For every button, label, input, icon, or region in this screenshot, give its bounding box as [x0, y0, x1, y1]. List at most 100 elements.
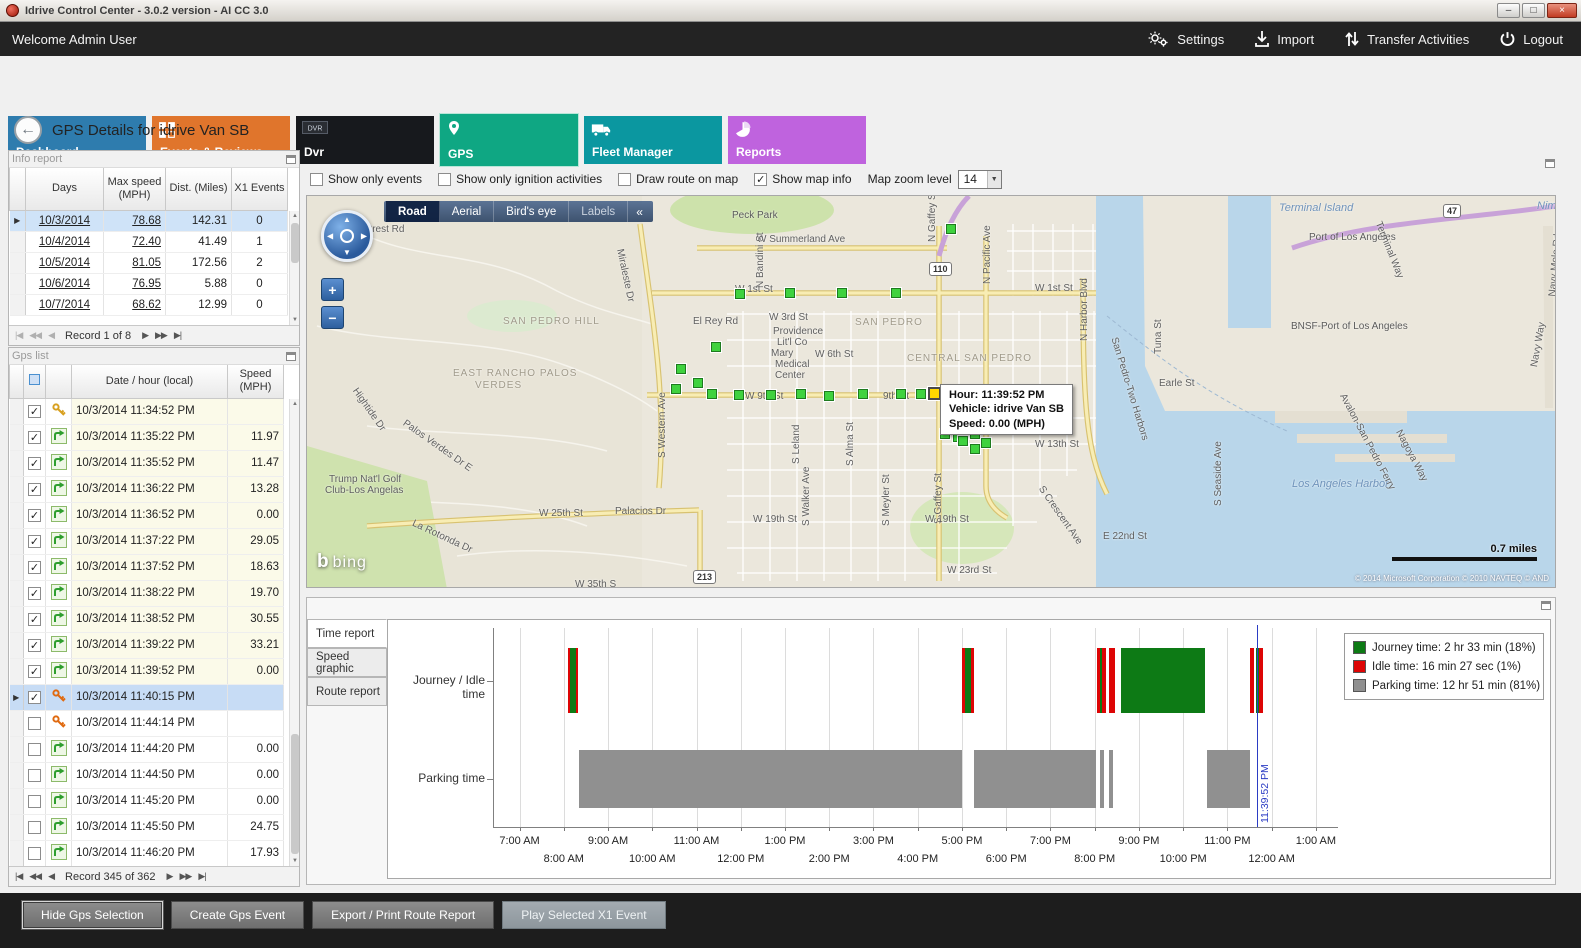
gps-list-row[interactable]: ✓10/3/2014 11:36:52 PM0.00 — [10, 502, 284, 528]
transfer-activities-button[interactable]: Transfer Activities — [1344, 30, 1469, 48]
gps-list-row[interactable]: ✓10/3/2014 11:34:52 PM — [10, 398, 284, 424]
create-gps-event-button[interactable]: Create Gps Event — [171, 901, 304, 929]
row-checkbox[interactable] — [24, 840, 46, 866]
gps-point-marker[interactable] — [734, 390, 744, 400]
max-speed-value[interactable]: 76.95 — [104, 273, 166, 294]
gps-point-marker[interactable] — [671, 384, 681, 394]
play-selected-x1-event-button[interactable]: Play Selected X1 Event — [502, 901, 665, 929]
gps-list-row[interactable]: ✓10/3/2014 11:37:52 PM18.63 — [10, 554, 284, 580]
day-link[interactable]: 10/4/2014 — [26, 231, 104, 252]
gps-point-marker[interactable] — [896, 389, 906, 399]
gps-point-marker[interactable] — [785, 288, 795, 298]
gps-list-row[interactable]: ✓10/3/2014 11:37:22 PM29.05 — [10, 528, 284, 554]
pan-north-icon[interactable]: ▲ — [343, 215, 351, 224]
pan-south-icon[interactable]: ▼ — [343, 248, 351, 257]
hide-gps-selection-button[interactable]: Hide Gps Selection — [22, 901, 163, 929]
logout-button[interactable]: Logout — [1499, 30, 1563, 48]
column-header-x1-events[interactable]: X1 Events — [232, 168, 288, 210]
gps-point-marker[interactable] — [796, 389, 806, 399]
settings-button[interactable]: Settings — [1146, 30, 1224, 48]
pan-east-icon[interactable]: ▶ — [361, 232, 367, 241]
row-checkbox[interactable]: ✓ — [24, 528, 46, 554]
gps-point-marker[interactable] — [981, 438, 991, 448]
scroll-up-icon[interactable]: ▲ — [290, 211, 300, 221]
gps-list-row[interactable]: 10/3/2014 11:45:20 PM0.00 — [10, 788, 284, 814]
info-report-scrollbar[interactable]: ▲ ▼ — [289, 211, 299, 325]
day-link[interactable]: 10/5/2014 — [26, 252, 104, 273]
maximize-map-panel-icon[interactable] — [1545, 159, 1555, 168]
gps-point-marker[interactable] — [958, 436, 968, 446]
row-checkbox[interactable] — [24, 762, 46, 788]
scroll-down-icon[interactable]: ▼ — [290, 315, 300, 325]
day-link[interactable]: 10/3/2014 — [26, 210, 104, 231]
info-report-row[interactable]: 10/4/201472.4041.491 — [10, 231, 288, 252]
gps-list-row[interactable]: ✓10/3/2014 11:38:22 PM19.70 — [10, 580, 284, 606]
gps-point-marker[interactable] — [693, 378, 703, 388]
gps-point-marker[interactable] — [766, 390, 776, 400]
zoom-out-button[interactable]: − — [321, 306, 344, 329]
row-checkbox[interactable]: ✓ — [24, 398, 46, 424]
collapse-navbar-icon[interactable]: « — [628, 205, 651, 219]
gps-list-row[interactable]: ✓10/3/2014 11:35:52 PM11.47 — [10, 450, 284, 476]
gps-point-marker[interactable] — [891, 288, 901, 298]
map-zoom-level-select[interactable]: 14▼ — [958, 170, 1002, 189]
show-map-info-checkbox[interactable]: ✓Show map info — [754, 172, 851, 186]
show-only-ignition-checkbox[interactable]: Show only ignition activities — [438, 172, 602, 186]
gps-point-marker[interactable] — [916, 389, 926, 399]
first-record-button[interactable]: |◀ — [13, 871, 24, 882]
draw-route-checkbox[interactable]: Draw route on map — [618, 172, 738, 186]
row-checkbox[interactable] — [24, 788, 46, 814]
gps-list-row[interactable]: 10/3/2014 11:44:50 PM0.00 — [10, 762, 284, 788]
prev-page-button[interactable]: ◀◀ — [27, 871, 43, 882]
row-checkbox[interactable]: ✓ — [24, 684, 46, 710]
column-header-speed[interactable]: Speed (MPH) — [228, 365, 284, 398]
info-report-row[interactable]: ▶10/3/201478.68142.310 — [10, 210, 288, 231]
next-record-button[interactable]: ▶ — [165, 871, 175, 882]
last-record-button[interactable]: ▶| — [172, 330, 183, 341]
scroll-down-icon[interactable]: ▼ — [290, 856, 300, 866]
map[interactable]: Peck ParkCrest RdW Summerland AveMirales… — [306, 195, 1556, 588]
max-speed-value[interactable]: 81.05 — [104, 252, 166, 273]
map-style-aerial[interactable]: Aerial — [440, 201, 494, 222]
row-checkbox[interactable]: ✓ — [24, 476, 46, 502]
export-print-route-report-button[interactable]: Export / Print Route Report — [312, 901, 494, 929]
info-report-row[interactable]: 10/6/201476.955.880 — [10, 273, 288, 294]
row-checkbox[interactable]: ✓ — [24, 658, 46, 684]
gps-point-marker[interactable] — [858, 389, 868, 399]
prev-record-button[interactable]: ◀ — [46, 330, 56, 341]
tab-time-report[interactable]: Time report — [307, 619, 387, 648]
gps-list-row[interactable]: 10/3/2014 11:44:14 PM — [10, 710, 284, 736]
row-checkbox[interactable]: ✓ — [24, 450, 46, 476]
column-header-max-speed[interactable]: Max speed (MPH) — [104, 168, 166, 210]
gps-point-marker[interactable] — [711, 342, 721, 352]
import-button[interactable]: Import — [1254, 30, 1314, 48]
gps-point-marker[interactable] — [824, 391, 834, 401]
pan-west-icon[interactable]: ◀ — [327, 232, 333, 241]
prev-page-button[interactable]: ◀◀ — [27, 330, 43, 341]
gps-list-row[interactable]: ▶✓10/3/2014 11:40:15 PM — [10, 684, 284, 710]
column-header-date-hour[interactable]: Date / hour (local) — [72, 365, 228, 398]
back-button[interactable]: ← — [14, 116, 42, 144]
chart-time-cursor[interactable] — [1257, 625, 1258, 827]
max-speed-value[interactable]: 72.40 — [104, 231, 166, 252]
gps-list-row[interactable]: ✓10/3/2014 11:39:22 PM33.21 — [10, 632, 284, 658]
next-page-button[interactable]: ▶▶ — [153, 330, 169, 341]
row-checkbox[interactable] — [24, 814, 46, 840]
row-checkbox[interactable]: ✓ — [24, 606, 46, 632]
row-checkbox[interactable] — [24, 710, 46, 736]
row-checkbox[interactable]: ✓ — [24, 580, 46, 606]
day-link[interactable]: 10/6/2014 — [26, 273, 104, 294]
close-button[interactable]: × — [1547, 3, 1577, 18]
gps-list-row[interactable]: ✓10/3/2014 11:38:52 PM30.55 — [10, 606, 284, 632]
max-speed-value[interactable]: 68.62 — [104, 294, 166, 315]
tab-speed-graphic[interactable]: Speed graphic — [307, 648, 387, 677]
row-checkbox[interactable]: ✓ — [24, 502, 46, 528]
maximize-panel-icon[interactable] — [286, 352, 296, 361]
maximize-button[interactable]: □ — [1522, 3, 1545, 18]
prev-record-button[interactable]: ◀ — [46, 871, 56, 882]
gps-list-row[interactable]: 10/3/2014 11:44:20 PM0.00 — [10, 736, 284, 762]
show-only-events-checkbox[interactable]: Show only events — [310, 172, 422, 186]
gps-list-row[interactable]: 10/3/2014 11:46:20 PM17.93 — [10, 840, 284, 866]
maximize-panel-icon[interactable] — [286, 155, 296, 164]
gps-point-marker[interactable] — [707, 389, 717, 399]
